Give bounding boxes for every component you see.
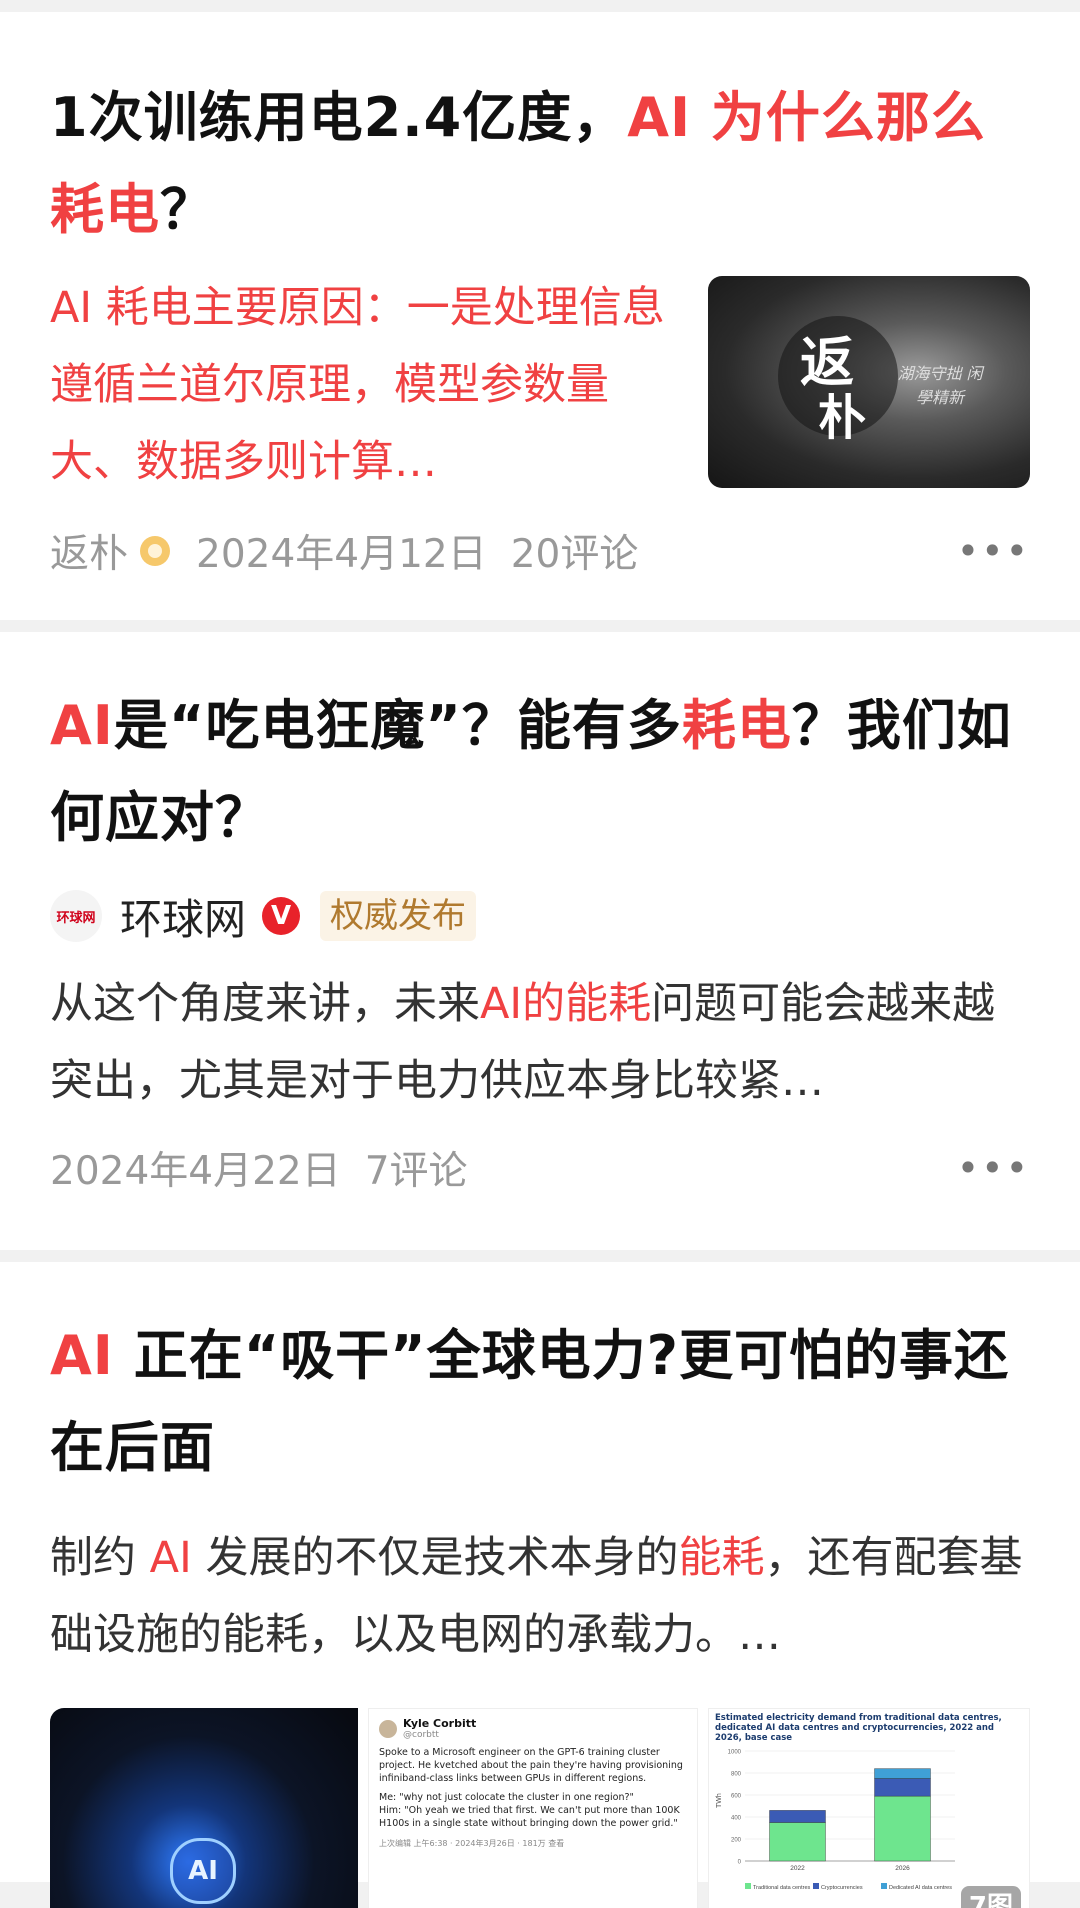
body-highlight: AI (149, 1533, 192, 1583)
article-card-1[interactable]: 1次训练用电2.4亿度，AI 为什么那么耗电？ AI 耗电主要原因：一是处理信息… (0, 12, 1080, 620)
y-tick-label: 200 (731, 1838, 742, 1844)
title-highlight: AI (50, 1324, 114, 1387)
more-options-icon[interactable]: ••• (957, 532, 1030, 570)
title-text: 正在“吸干”全球电力?更可怕的事还在后面 (50, 1324, 1009, 1479)
publish-date: 2024年4月22日 (50, 1149, 341, 1194)
bar-segment (769, 1810, 826, 1823)
chart-title: Estimated electricity demand from tradit… (715, 1713, 1002, 1743)
article-title[interactable]: 1次训练用电2.4亿度，AI 为什么那么耗电？ (50, 72, 1030, 256)
legend-swatch (881, 1883, 887, 1889)
verified-icon (140, 536, 171, 566)
comment-count[interactable]: 7评论 (365, 1140, 468, 1196)
tweet-text-2: Me: "why not just colocate the cluster i… (379, 1792, 680, 1829)
title-highlight: 耗电 (681, 694, 792, 757)
body-highlight: AI的能耗 (480, 979, 652, 1029)
separator (0, 1250, 1080, 1262)
tweet-author: Kyle Corbitt (403, 1717, 477, 1730)
tweet-text: Spoke to a Microsoft engineer on the GPT… (379, 1747, 683, 1784)
article-abstract: 制约 AI 发展的不仅是技术本身的能耗，还有配套基础设施的能耗，以及电网的承载力… (50, 1520, 1030, 1674)
legend-swatch (745, 1883, 751, 1889)
y-tick-label: 1000 (728, 1750, 742, 1756)
title-highlight: AI (50, 694, 114, 757)
logo-char: 朴 (818, 390, 867, 446)
legend-label: Traditional data centres (753, 1885, 811, 1891)
article-meta: 返朴 2024年4月12日 20评论 ••• (50, 521, 1030, 581)
comment-count[interactable]: 20评论 (511, 523, 639, 579)
verified-v-icon: V (262, 897, 301, 935)
source-row: 环球网 环球网 V 权威发布 (50, 886, 1030, 946)
tweet-screenshot-image[interactable]: Kyle Corbitt @corbtt Spoke to a Microsof… (368, 1708, 698, 1908)
y-tick-label: 0 (738, 1860, 742, 1866)
tweet-avatar (379, 1719, 397, 1738)
bar-segment (769, 1822, 826, 1862)
article-meta: 2024年4月22日 7评论 ••• (50, 1138, 1030, 1198)
y-tick-label: 600 (731, 1794, 742, 1800)
bar-segment (874, 1778, 931, 1797)
x-tick-label: 2022 (790, 1865, 805, 1872)
author-name[interactable]: 返朴 (50, 523, 128, 579)
chart-image[interactable]: Estimated electricity demand from tradit… (708, 1708, 1030, 1908)
body-highlight: 能耗 (678, 1533, 765, 1583)
legend-swatch (813, 1883, 819, 1889)
chip-ai-label: AI (170, 1838, 236, 1904)
top-gap (0, 0, 1080, 12)
legend-label: Cryptocurrencies (821, 1885, 863, 1891)
body-text: 从这个角度来讲，未来 (50, 979, 480, 1029)
body-text: 制约 (50, 1533, 150, 1583)
article-thumbnail[interactable]: 返 朴 湖海守拙 闲學精新 (708, 276, 1030, 488)
thumbnail-tagline: 湖海守拙 闲學精新 (897, 364, 983, 407)
y-tick-label: 400 (731, 1816, 742, 1822)
source-name[interactable]: 环球网 (120, 886, 246, 947)
authority-badge: 权威发布 (320, 891, 477, 941)
article-abstract: 从这个角度来讲，未来AI的能耗问题可能会越来越突出，尤其是对于电力供应本身比较紧… (50, 966, 1030, 1120)
tweet-meta: 上次编辑 上午6:38 · 2024年3月26日 · 181万 查看 (379, 1839, 565, 1848)
y-axis-label: TWh (716, 1793, 723, 1808)
image-count-badge: 7图 (960, 1886, 1021, 1908)
bar-segment (874, 1795, 931, 1862)
publish-date: 2024年4月12日 (196, 532, 487, 577)
more-options-icon[interactable]: ••• (957, 1149, 1030, 1187)
bar-segment (874, 1768, 931, 1779)
article-card-3[interactable]: AI 正在“吸干”全球电力?更可怕的事还在后面 制约 AI 发展的不仅是技术本身… (0, 1262, 1080, 1908)
image-gallery[interactable]: AI Kyle Corbitt @corbtt Spoke to a Micro… (50, 1708, 1030, 1908)
article-card-2[interactable]: AI是“吃电狂魔”？能有多耗电？我们如何应对？ 环球网 环球网 V 权威发布 从… (0, 632, 1080, 1250)
bar-chart: TWh 0 200 400 600 800 1000 2022 2026 Traditional … (716, 1750, 955, 1891)
legend-label: Dedicated AI data centres (889, 1885, 952, 1891)
article-title[interactable]: AI是“吃电狂魔”？能有多耗电？我们如何应对？ (50, 680, 1030, 864)
y-tick-label: 800 (731, 1772, 742, 1778)
source-logo[interactable]: 环球网 (50, 890, 102, 942)
title-text: ？ (160, 178, 215, 241)
chip-image[interactable]: AI (50, 1708, 358, 1908)
body-text: 发展的不仅是技术本身的 (191, 1533, 679, 1583)
article-title[interactable]: AI 正在“吸干”全球电力?更可怕的事还在后面 (50, 1310, 1030, 1494)
title-text: 1次训练用电2.4亿度， (50, 86, 628, 149)
tweet-handle: @corbtt (403, 1730, 439, 1740)
x-tick-label: 2026 (895, 1865, 910, 1872)
article-abstract: AI 耗电主要原因：一是处理信息遵循兰道尔原理，模型参数量大、数据多则计算… (50, 283, 665, 487)
title-text: 是“吃电狂魔”？能有多 (113, 694, 682, 757)
separator (0, 620, 1080, 632)
